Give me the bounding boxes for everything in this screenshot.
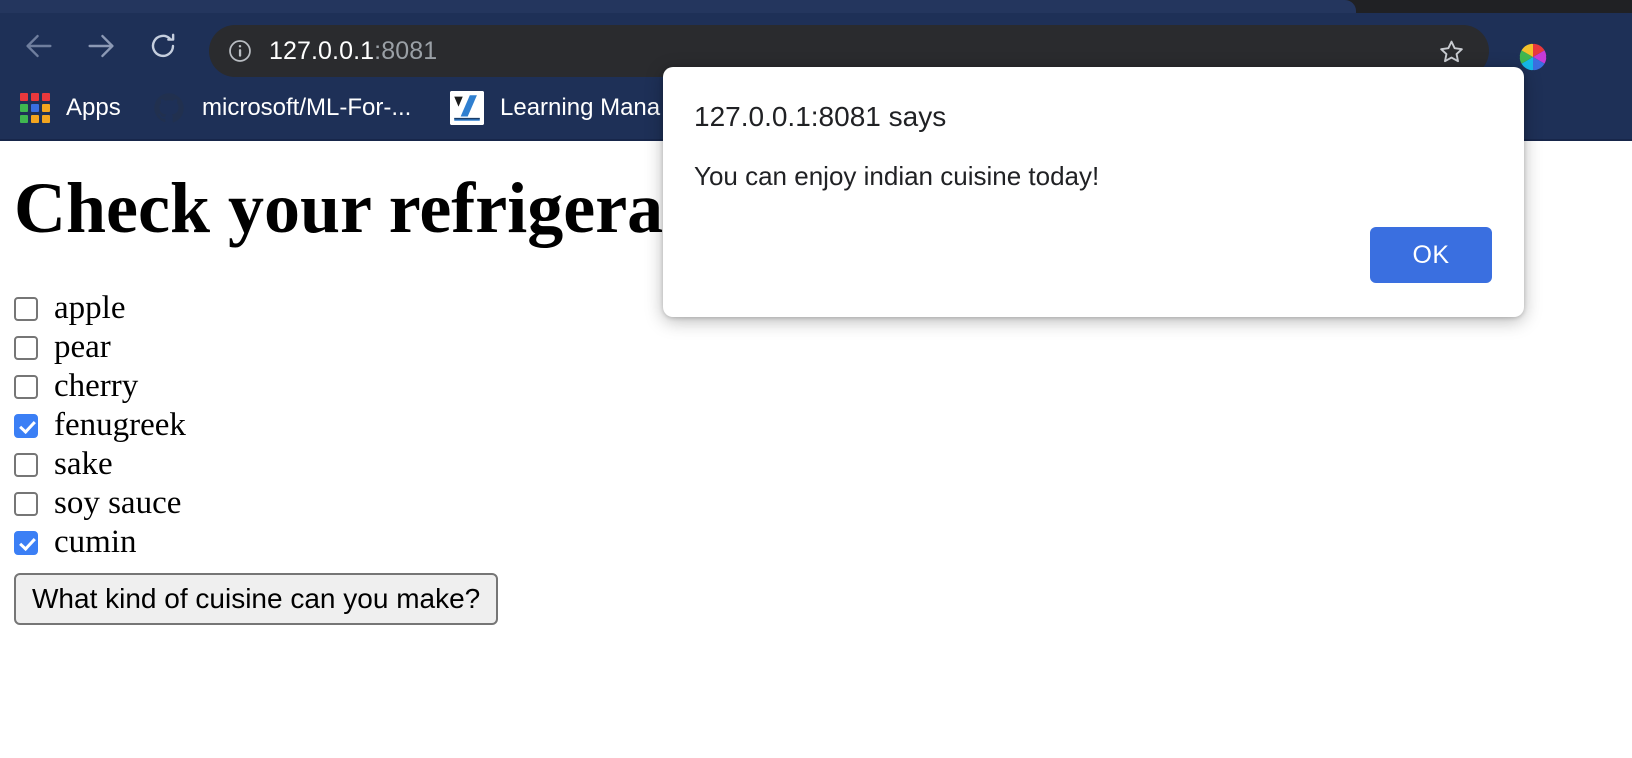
dialog-message-text: You can enjoy indian cuisine today! (694, 161, 1100, 191)
bookmark-label: Learning Mana (500, 94, 661, 121)
ingredient-label: cumin (54, 524, 137, 560)
github-icon (154, 93, 184, 123)
ingredient-label: pear (54, 329, 111, 365)
checkbox-cherry[interactable] (14, 374, 38, 399)
url-port: :8081 (374, 36, 438, 65)
learning-manager-favicon (450, 91, 484, 125)
apps-grid-icon (20, 93, 50, 123)
list-item[interactable]: pear (14, 328, 614, 367)
forward-button[interactable] (82, 27, 120, 65)
checkbox-sake[interactable] (14, 452, 38, 477)
list-item[interactable]: apple (14, 289, 614, 328)
list-item[interactable]: fenugreek (14, 406, 614, 445)
ingredient-label: soy sauce (54, 485, 182, 521)
info-circle-icon[interactable] (227, 38, 253, 64)
list-item[interactable]: soy sauce (14, 484, 614, 523)
bookmark-item-ml-for-beginners[interactable]: microsoft/ML-For-... (152, 85, 411, 131)
list-item[interactable]: sake (14, 445, 614, 484)
list-item[interactable]: cumin (14, 523, 614, 562)
checkbox-soy-sauce[interactable] (14, 491, 38, 516)
ingredient-label: cherry (54, 368, 139, 404)
list-item[interactable]: cherry (14, 367, 614, 406)
bookmark-apps[interactable]: Apps (20, 85, 121, 131)
url-host: 127.0.0.1 (269, 36, 375, 65)
reload-icon (151, 33, 175, 58)
active-tab[interactable] (0, 0, 1356, 13)
ingredient-label: apple (54, 290, 126, 326)
page-title: Check your refrigerator. (14, 168, 767, 248)
checkbox-fenugreek[interactable] (14, 413, 38, 438)
star-outline-icon[interactable] (1438, 38, 1465, 65)
bookmark-label: microsoft/ML-For-... (202, 94, 412, 121)
bookmark-apps-label: Apps (66, 94, 121, 121)
checkbox-apple[interactable] (14, 296, 38, 321)
ingredient-label: fenugreek (54, 407, 186, 443)
ingredient-checkbox-list: apple pear cherry fenugreek sake soy sau… (14, 289, 614, 562)
reload-button[interactable] (144, 27, 182, 65)
what-cuisine-button[interactable]: What kind of cuisine can you make? (14, 573, 499, 625)
checkbox-pear[interactable] (14, 335, 38, 360)
checkbox-cumin[interactable] (14, 530, 38, 555)
dialog-origin-text: 127.0.0.1:8081 says (694, 101, 947, 132)
bookmark-item-learning-manager[interactable]: Learning Mana (450, 85, 660, 131)
arrow-left-icon (26, 34, 52, 58)
omnibox-url-text: 127.0.0.1:8081 (269, 37, 437, 66)
back-button[interactable] (20, 27, 58, 65)
arrow-right-icon (88, 34, 114, 58)
dialog-ok-button[interactable]: OK (1370, 227, 1492, 283)
javascript-alert-dialog: 127.0.0.1:8081 says You can enjoy indian… (663, 67, 1524, 317)
tab-strip (0, 0, 1632, 13)
ingredient-label: sake (54, 446, 113, 482)
